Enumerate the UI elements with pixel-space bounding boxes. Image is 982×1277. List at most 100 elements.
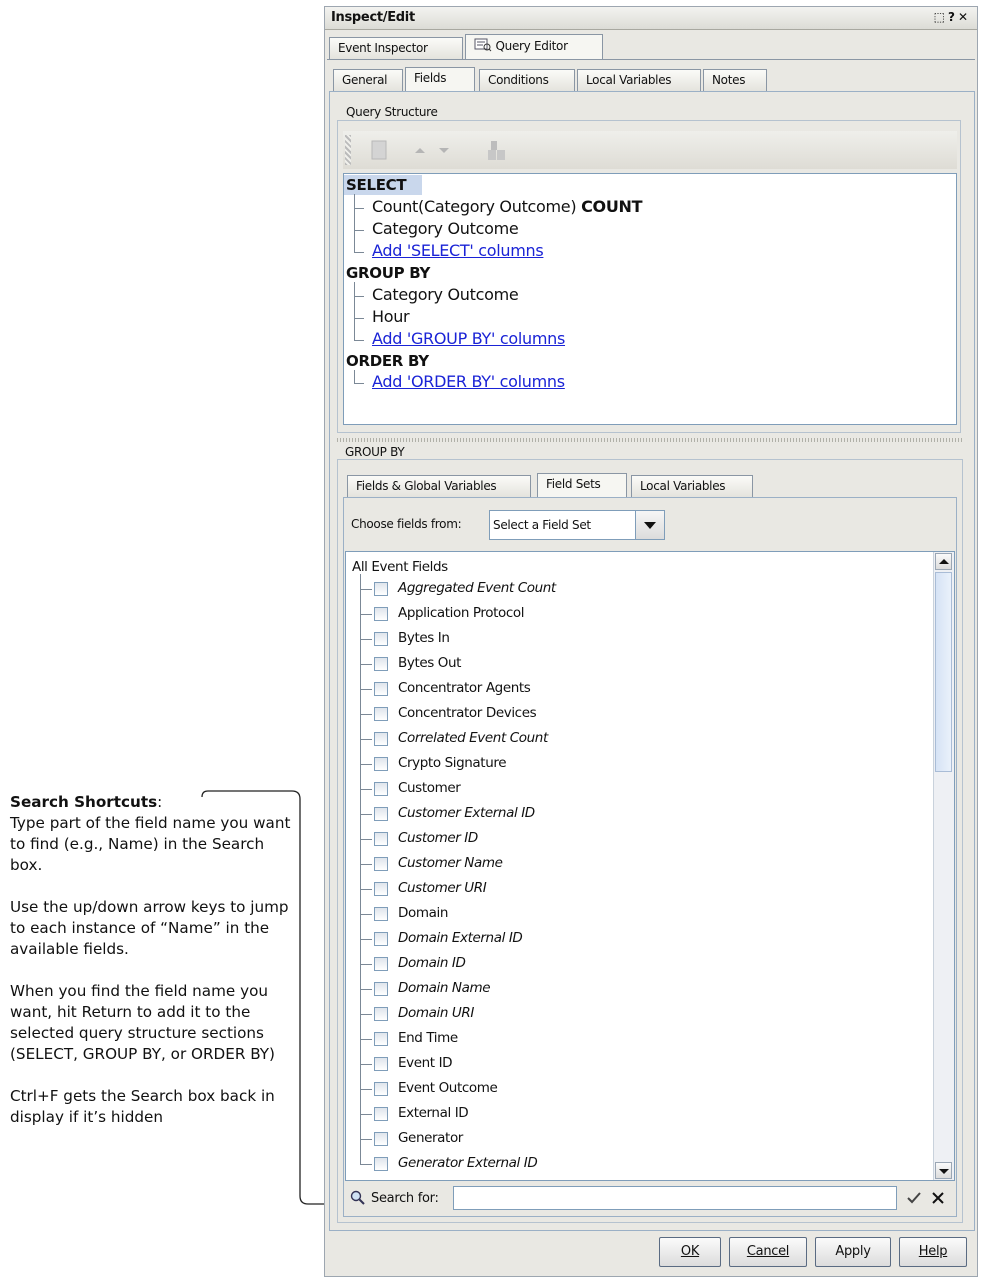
tab-local-variables[interactable]: Local Variables: [577, 69, 701, 91]
field-label[interactable]: Customer ID: [398, 830, 478, 846]
field-label[interactable]: End Time: [398, 1030, 458, 1046]
add-group-by-columns-link[interactable]: Add 'GROUP BY' columns: [372, 328, 565, 350]
tab-field-sets[interactable]: Field Sets: [537, 473, 627, 498]
tab-group-local-variables[interactable]: Local Variables: [631, 475, 753, 497]
field-checkbox[interactable]: [374, 1082, 388, 1096]
confirm-check-icon[interactable]: [907, 1191, 921, 1205]
field-label[interactable]: External ID: [398, 1105, 469, 1121]
new-column-icon[interactable]: [369, 139, 391, 161]
field-label[interactable]: Customer External ID: [398, 805, 535, 821]
field-checkbox[interactable]: [374, 1132, 388, 1146]
field-chooser-icon[interactable]: [485, 139, 509, 163]
group-by-keyword[interactable]: GROUP BY: [346, 262, 430, 284]
field-label[interactable]: Correlated Event Count: [398, 730, 548, 746]
tab-query-editor-label: Query Editor: [495, 39, 569, 53]
field-checkbox[interactable]: [374, 707, 388, 721]
field-label[interactable]: Concentrator Agents: [398, 680, 531, 696]
field-checkbox[interactable]: [374, 907, 388, 921]
apply-button[interactable]: Apply: [815, 1237, 891, 1267]
field-label[interactable]: Generator External ID: [398, 1155, 538, 1171]
tab-fields-global-variables[interactable]: Fields & Global Variables: [347, 475, 531, 497]
field-label[interactable]: Domain URI: [398, 1005, 474, 1021]
select-item-category-outcome[interactable]: Category Outcome: [372, 218, 519, 240]
field-checkbox[interactable]: [374, 1032, 388, 1046]
field-checkbox[interactable]: [374, 757, 388, 771]
field-label[interactable]: Bytes Out: [398, 655, 461, 671]
field-label[interactable]: Domain Name: [398, 980, 491, 996]
tab-general[interactable]: General: [333, 69, 403, 91]
field-checkbox[interactable]: [374, 932, 388, 946]
field-checkbox[interactable]: [374, 782, 388, 796]
close-icon[interactable]: ✕: [958, 10, 971, 24]
tab-conditions[interactable]: Conditions: [479, 69, 575, 91]
select-keyword[interactable]: SELECT: [346, 174, 407, 196]
field-checkbox[interactable]: [374, 1107, 388, 1121]
help-button[interactable]: Help: [899, 1237, 967, 1267]
tab-query-editor[interactable]: Query Editor: [465, 34, 603, 59]
panel-window-controls[interactable]: ⬚?✕: [934, 10, 971, 24]
tree-root-all-event-fields[interactable]: All Event Fields: [352, 559, 448, 575]
help-icon[interactable]: ?: [948, 10, 958, 24]
field-label[interactable]: Bytes In: [398, 630, 450, 646]
field-label[interactable]: Customer URI: [398, 880, 487, 896]
search-input[interactable]: [453, 1186, 897, 1210]
field-checkbox[interactable]: [374, 682, 388, 696]
scroll-thumb[interactable]: [935, 572, 952, 772]
field-label[interactable]: Application Protocol: [398, 605, 525, 621]
vertical-scrollbar[interactable]: [933, 552, 954, 1180]
field-label[interactable]: Customer: [398, 780, 461, 796]
scroll-down-button[interactable]: [935, 1162, 952, 1179]
field-checkbox[interactable]: [374, 582, 388, 596]
field-set-select[interactable]: Select a Field Set: [489, 510, 665, 540]
field-checkbox[interactable]: [374, 832, 388, 846]
tab-notes[interactable]: Notes: [703, 69, 767, 91]
float-icon[interactable]: ⬚: [934, 10, 948, 24]
tree-connector: [354, 230, 364, 231]
field-label[interactable]: Domain: [398, 905, 448, 921]
field-checkbox[interactable]: [374, 857, 388, 871]
tab-strip-divider: [327, 59, 975, 60]
field-label[interactable]: Domain External ID: [398, 930, 523, 946]
field-checkbox[interactable]: [374, 1157, 388, 1171]
field-label[interactable]: Domain ID: [398, 955, 466, 971]
field-checkbox[interactable]: [374, 957, 388, 971]
field-checkbox[interactable]: [374, 1057, 388, 1071]
move-down-icon[interactable]: [437, 143, 451, 157]
field-label[interactable]: Crypto Signature: [398, 755, 507, 771]
tree-connector: [360, 939, 372, 940]
scroll-up-button[interactable]: [935, 553, 952, 570]
ok-button[interactable]: OK: [659, 1237, 721, 1267]
field-checkbox[interactable]: [374, 632, 388, 646]
tree-connector: [360, 664, 372, 665]
group-by-item-hour[interactable]: Hour: [372, 306, 410, 328]
field-checkbox[interactable]: [374, 882, 388, 896]
select-item-count[interactable]: Count(Category Outcome) COUNT: [372, 196, 643, 218]
splitter[interactable]: [337, 438, 963, 442]
field-checkbox[interactable]: [374, 1007, 388, 1021]
field-label[interactable]: Aggregated Event Count: [398, 580, 556, 596]
field-set-select-value: Select a Field Set: [493, 518, 591, 532]
group-by-item-category-outcome[interactable]: Category Outcome: [372, 284, 519, 306]
search-close-icon[interactable]: [931, 1191, 945, 1205]
field-label[interactable]: Event Outcome: [398, 1080, 498, 1096]
tab-fields[interactable]: Fields: [405, 67, 475, 92]
cancel-button[interactable]: Cancel: [729, 1237, 807, 1267]
tree-connector: [360, 814, 372, 815]
tab-event-inspector[interactable]: Event Inspector: [329, 37, 463, 59]
field-label[interactable]: Concentrator Devices: [398, 705, 537, 721]
field-checkbox[interactable]: [374, 607, 388, 621]
add-order-by-columns-link[interactable]: Add 'ORDER BY' columns: [372, 371, 565, 393]
tree-connector: [360, 639, 372, 640]
field-label[interactable]: Generator: [398, 1130, 463, 1146]
tree-connector: [360, 839, 372, 840]
field-checkbox[interactable]: [374, 807, 388, 821]
field-label[interactable]: Event ID: [398, 1055, 453, 1071]
field-checkbox[interactable]: [374, 657, 388, 671]
field-label[interactable]: Customer Name: [398, 855, 503, 871]
order-by-keyword[interactable]: ORDER BY: [346, 350, 429, 372]
field-checkbox[interactable]: [374, 982, 388, 996]
dropdown-button[interactable]: [635, 511, 664, 539]
add-select-columns-link[interactable]: Add 'SELECT' columns: [372, 240, 544, 262]
move-up-icon[interactable]: [413, 143, 427, 157]
field-checkbox[interactable]: [374, 732, 388, 746]
